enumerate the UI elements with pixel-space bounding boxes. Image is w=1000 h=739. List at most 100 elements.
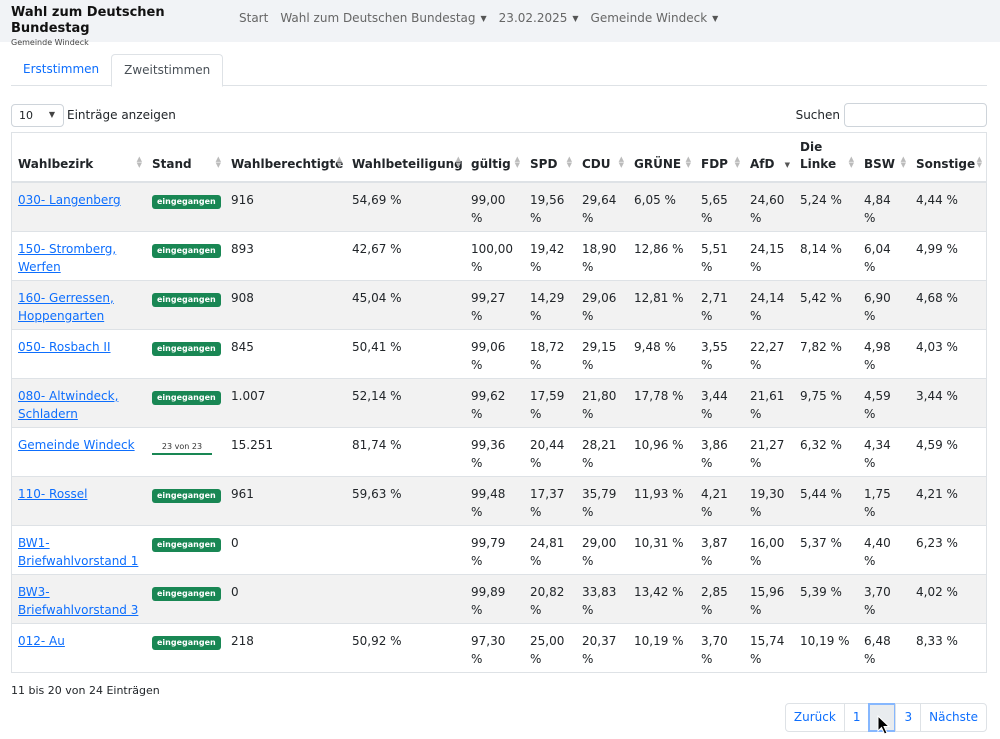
cell-linke: 8,14 % [794, 230, 858, 280]
table-row: 110- Rossel eingegangen 961 59,63 % 99,48 % 1… [12, 475, 986, 525]
cell-eligible: 961 [225, 475, 346, 525]
sort-icon: ▲ ▼ [215, 155, 221, 169]
cell-spd: 17,59 % [524, 377, 576, 427]
column-header-label: BSW [864, 157, 896, 171]
brand-title: Wahl zum Deutschen Bundestag [11, 5, 165, 36]
pagination-page-1[interactable]: 1 [843, 703, 870, 732]
status-badge: eingegangen [152, 488, 221, 503]
district-link[interactable]: 080- Altwindeck, Schladern [18, 389, 118, 421]
pagination-page-3[interactable]: 3 [895, 703, 922, 732]
cell-valid: 99,00 % [465, 181, 524, 231]
brand[interactable]: Wahl zum Deutschen Bundestag Gemeinde Wi… [11, 0, 233, 48]
cell-linke: 9,75 % [794, 377, 858, 427]
cell-gruene: 10,96 % [628, 426, 695, 476]
column-header-cdu[interactable]: CDU ▲ ▼ [576, 133, 628, 183]
cell-cdu: 29,64 % [576, 181, 628, 231]
column-header-label: GRÜNE [634, 157, 682, 171]
status-badge: eingegangen [152, 586, 221, 601]
chevron-down-icon: ▼ [48, 109, 55, 119]
column-header-die-linke[interactable]: Die Linke ▲ ▼ [794, 133, 858, 183]
cell-eligible: 845 [225, 328, 346, 378]
status-progress-label: 23 von 23 [161, 441, 203, 451]
district-link[interactable]: Gemeinde Windeck [18, 438, 135, 452]
cell-fdp: 2,71 % [695, 279, 744, 329]
cell-sonstige: 4,99 % [910, 230, 986, 280]
entries-length-select[interactable]: 10 ▼ [11, 103, 64, 127]
cell-afd: 24,14 % [744, 279, 794, 329]
cell-sonstige: 4,59 % [910, 426, 986, 476]
column-header-label: gültig [471, 157, 511, 171]
column-header-label: Wahlbeteiligung [352, 157, 463, 171]
cell-district: Gemeinde Windeck [12, 426, 146, 476]
cell-afd: 16,00 % [744, 524, 794, 574]
district-link[interactable]: 030- Langenberg [18, 193, 121, 207]
nav-item-1[interactable]: Wahl zum Deutschen Bundestag ▼ [274, 11, 492, 25]
column-header-label: Die Linke [800, 140, 837, 171]
district-link[interactable]: BW1- Briefwahlvorstand 1 [18, 536, 138, 568]
cell-status: eingegangen [146, 475, 225, 525]
nav-item-0[interactable]: Start [233, 11, 274, 25]
column-header-gültig[interactable]: gültig ▲ ▼ [465, 133, 524, 183]
column-header-wahlberechtigte[interactable]: Wahlberechtigte ▲ ▼ [225, 133, 346, 183]
tab-erststimmen[interactable]: Erststimmen [11, 54, 111, 86]
column-header-wahlbezirk[interactable]: Wahlbezirk ▲ ▼ [12, 133, 146, 183]
column-header-label: SPD [530, 157, 558, 171]
sort-icon: ▲ ▼ [566, 155, 572, 169]
results-table-wrap: Wahlbezirk ▲ ▼ Stand ▲ ▼ Wahlberechtigte ▲ ▼ Wahl… [11, 132, 987, 673]
pagination-prev-button[interactable]: Zurück [784, 703, 845, 732]
district-link[interactable]: 110- Rossel [18, 487, 87, 501]
cell-gruene: 13,42 % [628, 573, 695, 623]
status-progress: 23 von 23 [152, 441, 212, 455]
column-header-wahlbeteiligung[interactable]: Wahlbeteiligung ▲ ▼ [346, 133, 465, 183]
cell-bsw: 4,40 % [858, 524, 910, 574]
nav-item-2[interactable]: 23.02.2025 ▼ [493, 11, 585, 25]
cell-fdp: 2,85 % [695, 573, 744, 623]
column-header-sonstige[interactable]: Sonstige ▲ ▼ [910, 133, 986, 183]
table-info: 11 bis 20 von 24 Einträgen [11, 684, 160, 697]
pagination-next-button[interactable]: Nächste [920, 703, 987, 732]
entries-length-value: 10 [19, 108, 33, 122]
cell-linke: 7,82 % [794, 328, 858, 378]
nav-item-3[interactable]: Gemeinde Windeck ▼ [585, 11, 725, 25]
cell-district: BW1- Briefwahlvorstand 1 [12, 524, 146, 574]
district-link[interactable]: BW3- Briefwahlvorstand 3 [18, 585, 138, 617]
cell-turnout: 52,14 % [346, 377, 465, 427]
cell-turnout [346, 573, 465, 623]
column-header-afd[interactable]: AfD ▼ [744, 133, 794, 183]
column-header-spd[interactable]: SPD ▲ ▼ [524, 133, 576, 183]
cell-valid: 99,79 % [465, 524, 524, 574]
caret-down-icon: ▼ [572, 13, 579, 23]
table-row: 050- Rosbach II eingegangen 845 50,41 % 99,0… [12, 328, 986, 378]
column-header-stand[interactable]: Stand ▲ ▼ [146, 133, 225, 183]
column-header-bsw[interactable]: BSW ▲ ▼ [858, 133, 910, 183]
status-badge: eingegangen [152, 292, 221, 307]
column-header-fdp[interactable]: FDP ▲ ▼ [695, 133, 744, 183]
district-link[interactable]: 012- Au [18, 634, 65, 648]
column-header-grüne[interactable]: GRÜNE ▲ ▼ [628, 133, 695, 183]
district-link[interactable]: 050- Rosbach II [18, 340, 111, 354]
cell-gruene: 11,93 % [628, 475, 695, 525]
district-link[interactable]: 160- Gerressen, Hoppengarten [18, 291, 114, 323]
district-link[interactable]: 150- Stromberg, Werfen [18, 242, 116, 274]
cell-bsw: 6,48 % [858, 622, 910, 672]
cell-turnout: 50,41 % [346, 328, 465, 378]
cell-sonstige: 4,02 % [910, 573, 986, 623]
status-badge: eingegangen [152, 537, 221, 552]
status-badge: eingegangen [152, 243, 221, 258]
cell-valid: 99,48 % [465, 475, 524, 525]
sort-icon: ▲ ▼ [976, 155, 982, 169]
table-row: Gemeinde Windeck 23 von 23 15.251 81,74 % 99… [12, 426, 986, 476]
search-wrap: Suchen [796, 103, 987, 127]
table-row: BW3- Briefwahlvorstand 3 eingegangen 0 99,8… [12, 573, 986, 623]
tab-zweitstimmen[interactable]: Zweitstimmen [111, 54, 224, 87]
mouse-cursor-icon [877, 715, 891, 735]
cell-afd: 15,74 % [744, 622, 794, 672]
cell-linke: 5,44 % [794, 475, 858, 525]
search-input[interactable] [844, 103, 987, 127]
sort-icon: ▲ ▼ [136, 155, 142, 169]
cell-bsw: 6,04 % [858, 230, 910, 280]
cell-sonstige: 8,33 % [910, 622, 986, 672]
cell-sonstige: 4,03 % [910, 328, 986, 378]
sort-icon: ▲ ▼ [900, 155, 906, 169]
cell-fdp: 3,87 % [695, 524, 744, 574]
